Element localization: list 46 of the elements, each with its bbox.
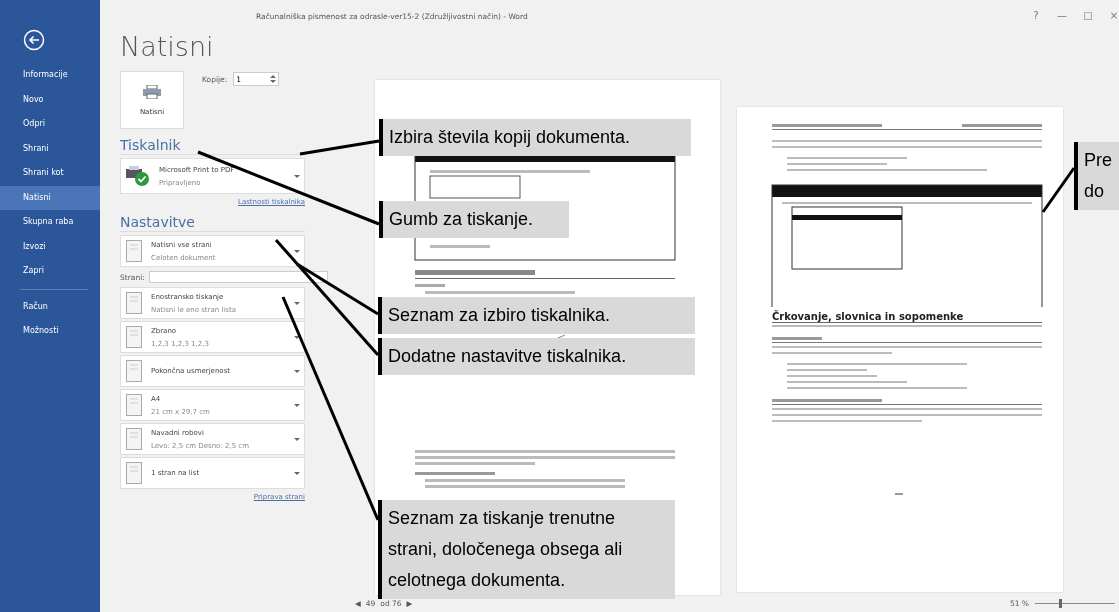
caret-icon xyxy=(294,174,300,178)
page-icon xyxy=(125,239,143,263)
sidebar-item[interactable]: Odpri xyxy=(0,112,100,137)
leader-line xyxy=(1041,167,1076,213)
page-title: Natisni xyxy=(120,31,215,64)
spinner-arrows-icon[interactable] xyxy=(270,75,277,83)
page-icon xyxy=(125,427,143,451)
printer-ready-icon xyxy=(125,165,151,187)
page-icon xyxy=(125,461,143,485)
printer-icon xyxy=(142,84,162,99)
sidebar-item[interactable]: Natisni xyxy=(0,185,100,210)
caret-icon xyxy=(294,403,300,407)
window-control[interactable]: — xyxy=(1057,10,1067,21)
sidebar-item[interactable]: Shrani xyxy=(0,136,100,161)
caret-icon xyxy=(294,437,300,441)
section-heading: Nastavitve xyxy=(120,214,305,232)
caret-icon xyxy=(294,249,300,253)
page-icon xyxy=(125,291,143,315)
sidebar-item[interactable]: Shrani kot xyxy=(0,161,100,186)
callout-label: Dodatne nastavitve tiskalnika. xyxy=(378,338,695,375)
caret-icon xyxy=(294,369,300,373)
page-icon xyxy=(125,393,143,417)
window-control[interactable]: □ xyxy=(1083,10,1093,21)
pages-input-field[interactable] xyxy=(148,271,328,283)
sidebar-item[interactable]: Skupna raba xyxy=(0,210,100,235)
callout-label: Gumb za tiskanje. xyxy=(379,201,569,238)
sidebar-item[interactable]: Račun xyxy=(0,294,100,319)
document-heading: Črkovanje, slovnica in sopomenke xyxy=(772,311,1042,323)
page-icon xyxy=(125,359,143,383)
callout-label: Izbira števila kopij dokumenta. xyxy=(379,119,691,156)
caret-icon xyxy=(294,335,300,339)
slider-thumb[interactable] xyxy=(1059,599,1062,608)
callout-label: Seznam za tiskanje trenutne strani, določenega obsega ali celotnega dokumenta. xyxy=(378,500,675,599)
window-control[interactable]: ? xyxy=(1031,10,1041,21)
sidebar-item[interactable]: Izvozi xyxy=(0,234,100,259)
window-control[interactable]: × xyxy=(1109,10,1119,21)
sidebar-item[interactable]: Zapri xyxy=(0,259,100,284)
caret-icon xyxy=(294,301,300,305)
sidebar-item[interactable]: Možnosti xyxy=(0,319,100,344)
section-heading: Tiskalnik xyxy=(120,137,305,155)
callout-label: Pre do xyxy=(1074,142,1119,210)
page-icon xyxy=(125,325,143,349)
sidebar-item[interactable]: Informacije xyxy=(0,63,100,88)
caret-icon xyxy=(294,471,300,475)
callout-label: Seznam za izbiro tiskalnika. xyxy=(378,297,695,334)
sidebar-item[interactable]: Novo xyxy=(0,87,100,112)
